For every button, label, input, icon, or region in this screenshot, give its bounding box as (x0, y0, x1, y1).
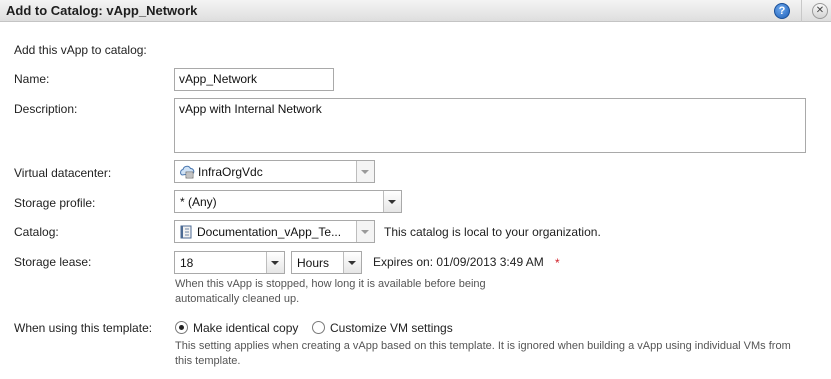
storage-lease-label: Storage lease: (14, 255, 92, 269)
storage-profile-label: Storage profile: (14, 196, 96, 210)
storage-profile-select[interactable]: * (Any) (174, 190, 402, 213)
required-marker: * (555, 256, 560, 270)
name-label: Name: (14, 72, 50, 86)
description-label: Description: (14, 102, 78, 116)
storage-lease-expires: Expires on: 01/09/2013 3:49 AM (373, 255, 544, 269)
catalog-note: This catalog is local to your organizati… (384, 225, 601, 239)
storage-profile-value: * (Any) (180, 195, 217, 209)
virtual-datacenter-label: Virtual datacenter: (14, 166, 112, 180)
virtual-datacenter-select[interactable]: InfraOrgVdc (174, 160, 375, 183)
virtual-datacenter-value: InfraOrgVdc (198, 165, 263, 179)
make-identical-copy-label[interactable]: Make identical copy (193, 321, 298, 335)
chevron-down-icon[interactable] (266, 252, 284, 273)
customize-vm-settings-label[interactable]: Customize VM settings (330, 321, 453, 335)
catalog-icon (179, 225, 193, 242)
customize-vm-settings-radio[interactable] (312, 321, 325, 334)
template-mode-hint-1: This setting applies when creating a vAp… (175, 340, 791, 352)
titlebar-divider (801, 0, 802, 22)
cloud-datacenter-icon (179, 165, 195, 182)
catalog-select[interactable]: Documentation_vApp_Te... (174, 220, 375, 243)
help-icon[interactable]: ? (774, 3, 790, 19)
chevron-down-icon[interactable] (356, 161, 374, 182)
intro-text: Add this vApp to catalog: (14, 43, 147, 57)
chevron-down-icon[interactable] (343, 252, 361, 273)
storage-lease-unit-select[interactable]: Hours (291, 251, 362, 274)
template-mode-label: When using this template: (14, 321, 153, 335)
name-field[interactable]: vApp_Network (174, 68, 334, 91)
catalog-value: Documentation_vApp_Te... (197, 225, 342, 239)
catalog-label: Catalog: (14, 225, 59, 239)
chevron-down-icon[interactable] (383, 191, 401, 212)
close-icon[interactable]: ✕ (812, 3, 828, 19)
dialog-title: Add to Catalog: vApp_Network (6, 3, 198, 18)
storage-lease-hint-1: When this vApp is stopped, how long it i… (175, 278, 486, 290)
storage-lease-unit: Hours (297, 256, 330, 270)
storage-lease-value: 18 (180, 256, 194, 270)
storage-lease-value-select[interactable]: 18 (174, 251, 285, 274)
dialog-titlebar: Add to Catalog: vApp_Network ? ✕ (0, 0, 831, 22)
chevron-down-icon[interactable] (356, 221, 374, 242)
storage-lease-hint-2: automatically cleaned up. (175, 293, 300, 305)
template-mode-hint-2: this template. (175, 355, 241, 367)
description-field[interactable]: vApp with Internal Network (174, 98, 806, 153)
make-identical-copy-radio[interactable] (175, 321, 188, 334)
